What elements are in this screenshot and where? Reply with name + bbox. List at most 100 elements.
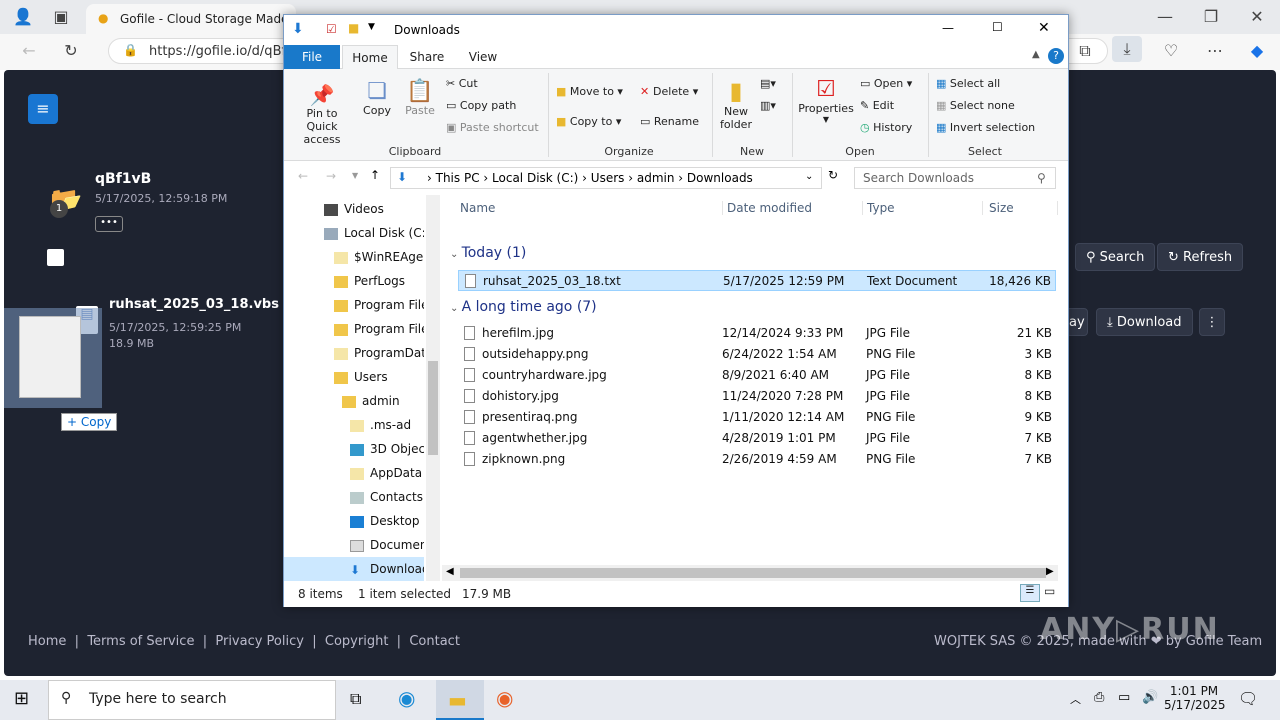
list-item[interactable]: countryhardware.jpg 8/9/2021 6:40 AM JPG F…: [458, 365, 1056, 386]
nav-scrollbar-thumb[interactable]: [428, 361, 438, 455]
list-item[interactable]: agentwhether.jpg 4/28/2019 1:01 PM JPG Fil…: [458, 428, 1056, 449]
close-icon[interactable]: ✕: [1242, 4, 1272, 30]
footer-copyright-link[interactable]: Copyright: [325, 634, 389, 649]
windows-start-icon[interactable]: ⊞: [14, 688, 29, 709]
refresh-button[interactable]: ↻ Refresh: [1157, 243, 1244, 271]
nav-appdata[interactable]: AppData: [284, 461, 424, 485]
collections-icon[interactable]: ⧉: [1070, 38, 1100, 64]
folder-qa-icon[interactable]: ■: [348, 21, 359, 35]
nav-program-files[interactable]: Program Files: [284, 293, 424, 317]
menu-button[interactable]: ≡: [28, 94, 58, 124]
edit-button[interactable]: ✎ Edit: [860, 99, 894, 112]
clock[interactable]: 1:01 PM 5/17/2025: [1164, 684, 1226, 712]
firefox-icon[interactable]: ◉: [496, 686, 513, 710]
breadcrumb-item[interactable]: This PC: [436, 171, 480, 185]
recent-dropdown-icon[interactable]: ▼: [352, 171, 358, 180]
nav-programdata[interactable]: ProgramData: [284, 341, 424, 365]
restore-icon[interactable]: ❐: [1196, 4, 1226, 30]
column-name[interactable]: Name: [460, 201, 495, 215]
downloads-icon[interactable]: ⤓: [1112, 36, 1142, 62]
nav-contacts[interactable]: Contacts: [284, 485, 424, 509]
collapse-ribbon-icon[interactable]: ▲: [1032, 49, 1040, 60]
close-icon[interactable]: ✕: [1038, 20, 1050, 36]
qa-dropdown-icon[interactable]: ▼: [368, 22, 375, 32]
tab-share[interactable]: Share: [402, 45, 452, 69]
group-header[interactable]: ⌄ A long time ago (7): [450, 299, 597, 315]
breadcrumb[interactable]: ⬇ › This PC › Local Disk (C:) › Users › …: [390, 167, 822, 189]
footer-tos-link[interactable]: Terms of Service: [87, 634, 194, 649]
copy-button[interactable]: ❏ Copy: [360, 79, 394, 117]
explorer-taskbar-button[interactable]: ▬: [436, 680, 484, 720]
tab-actions-icon[interactable]: ▣: [46, 4, 76, 30]
breadcrumb-item[interactable]: Local Disk (C:): [492, 171, 578, 185]
column-size[interactable]: Size: [982, 201, 1058, 215]
address-dropdown-icon[interactable]: ⌄: [805, 171, 813, 182]
group-header[interactable]: ⌄ Today (1): [450, 245, 526, 261]
history-button[interactable]: ◷ History: [860, 121, 912, 134]
tab-view[interactable]: View: [456, 45, 510, 69]
select-all-button[interactable]: ▦ Select all: [936, 77, 1000, 90]
nav-desktop[interactable]: Desktop: [284, 509, 424, 533]
menu-icon[interactable]: ⋯: [1200, 38, 1230, 64]
breadcrumb-item[interactable]: Downloads: [687, 171, 753, 185]
delete-button[interactable]: ✕ Delete ▾: [640, 85, 698, 98]
rename-button[interactable]: ▭ Rename: [640, 115, 699, 128]
nav-local-disk[interactable]: Local Disk (C:): [284, 221, 424, 245]
nav-users[interactable]: Users: [284, 365, 424, 389]
scroll-right-icon[interactable]: ▶: [1046, 566, 1054, 577]
copilot-icon[interactable]: ◆: [1242, 38, 1272, 64]
up-icon[interactable]: ↑: [370, 168, 380, 182]
nav-3d-objects[interactable]: 3D Objects: [284, 437, 424, 461]
details-view-icon[interactable]: ☰: [1020, 584, 1040, 602]
back-icon[interactable]: ←: [14, 38, 44, 64]
nav-scrollbar[interactable]: [426, 195, 440, 581]
move-to-button[interactable]: ■ Move to ▾: [556, 85, 623, 98]
tab-home[interactable]: Home: [342, 45, 398, 69]
paste-button[interactable]: 📋 Paste: [402, 79, 438, 117]
play-button[interactable]: ay: [1066, 308, 1088, 336]
refresh-icon[interactable]: ↻: [828, 168, 838, 182]
task-view-icon[interactable]: ⧉: [350, 689, 361, 709]
network-icon[interactable]: ⎙: [1094, 690, 1104, 705]
forward-icon[interactable]: →: [326, 169, 336, 183]
nav-documents[interactable]: Documents: [284, 533, 424, 557]
paste-shortcut-button[interactable]: ▣ Paste shortcut: [446, 121, 539, 134]
invert-selection-button[interactable]: ▦ Invert selection: [936, 121, 1035, 134]
new-folder-button[interactable]: ▮ New folder: [716, 77, 756, 131]
list-item[interactable]: outsidehappy.png 6/24/2022 1:54 AM PNG Fil…: [458, 344, 1056, 365]
volume-icon[interactable]: 🔊: [1142, 690, 1158, 705]
list-item[interactable]: zipknown.png 2/26/2019 4:59 AM PNG File 7 K…: [458, 449, 1056, 470]
tab-file[interactable]: File: [284, 45, 340, 69]
help-icon[interactable]: ?: [1048, 48, 1064, 64]
footer-privacy-link[interactable]: Privacy Policy: [215, 634, 304, 649]
properties-qa-icon[interactable]: ☑: [326, 22, 337, 36]
download-button[interactable]: ⤓ Download: [1096, 308, 1193, 336]
scroll-left-icon[interactable]: ◀: [446, 566, 454, 577]
ethernet-icon[interactable]: ▭: [1118, 690, 1130, 705]
edge-icon[interactable]: ◉: [398, 686, 415, 710]
performance-icon[interactable]: ♡: [1156, 38, 1186, 64]
taskbar-search-input[interactable]: ⚲ Type here to search: [48, 680, 336, 720]
select-all-checkbox[interactable]: [47, 249, 64, 266]
minimize-icon[interactable]: —: [942, 21, 954, 35]
column-type[interactable]: Type: [862, 201, 895, 215]
nav-downloads[interactable]: ⬇ Downloads: [284, 557, 424, 581]
large-icons-view-icon[interactable]: ▭: [1044, 584, 1055, 598]
search-button[interactable]: ⚲ Search: [1075, 243, 1156, 271]
nav-perflogs[interactable]: PerfLogs: [284, 269, 424, 293]
maximize-icon[interactable]: ☐: [992, 20, 1003, 34]
new-item-icon[interactable]: ▤▾: [760, 77, 776, 90]
nav-winreagent[interactable]: $WinREAgent: [284, 245, 424, 269]
column-date-modified[interactable]: Date modified: [722, 201, 812, 215]
list-item[interactable]: ruhsat_2025_03_18.txt 5/17/2025 12:59 PM…: [458, 270, 1056, 291]
reload-icon[interactable]: ↻: [56, 38, 86, 64]
scrollbar-thumb[interactable]: [460, 568, 1046, 578]
file-more-button[interactable]: ⋮: [1199, 308, 1225, 336]
properties-button[interactable]: ☑ Properties ▼: [798, 77, 854, 124]
list-item[interactable]: dohistory.jpg 11/24/2020 7:28 PM JPG File 8…: [458, 386, 1056, 407]
pin-quick-access-button[interactable]: 📌 Pin to Quick access: [290, 83, 354, 146]
browser-tab[interactable]: ● Gofile - Cloud Storage Made Si: [86, 4, 296, 34]
folder-more-button[interactable]: •••: [95, 216, 123, 232]
list-item[interactable]: herefilm.jpg 12/14/2024 9:33 PM JPG File 21…: [458, 323, 1056, 344]
file-name[interactable]: ruhsat_2025_03_18.vbs: [109, 297, 279, 312]
